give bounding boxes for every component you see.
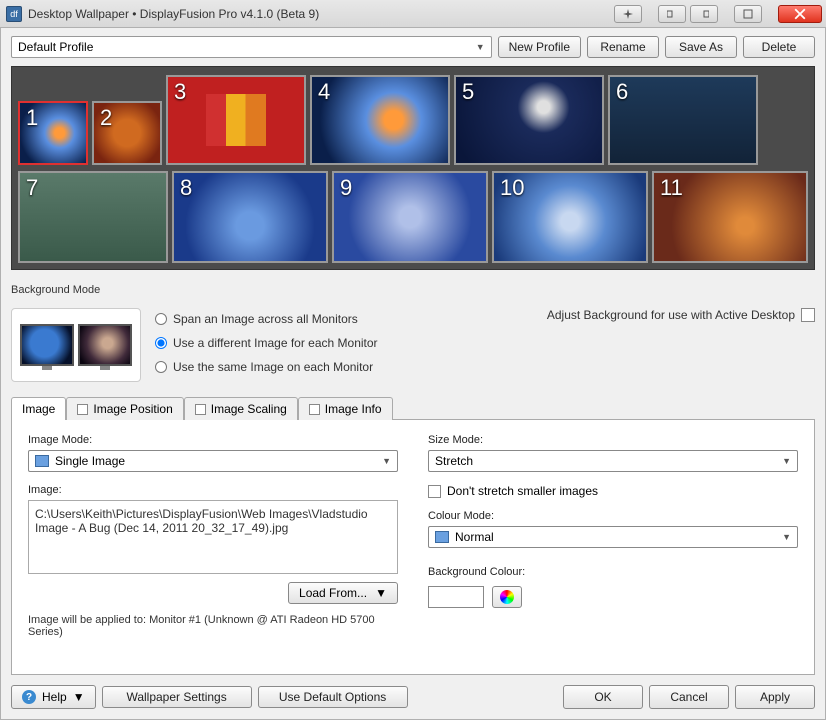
bgmode-diff-radio[interactable]: Use a different Image for each Monitor [155,336,378,350]
size-mode-select[interactable]: Stretch ▼ [428,450,798,472]
checkbox-icon [428,485,441,498]
rename-button[interactable]: Rename [587,36,659,58]
tab-image-info[interactable]: Image Info [298,397,393,420]
chevron-down-icon: ▼ [476,42,485,52]
mini-monitor-icon [78,324,132,366]
image-mode-label: Image Mode: [28,434,398,446]
colour-mode-select[interactable]: Normal ▼ [428,526,798,548]
bgmode-same-radio[interactable]: Use the same Image on each Monitor [155,360,378,374]
help-button[interactable]: ? Help ▼ [11,685,96,709]
window-title: Desktop Wallpaper • DisplayFusion Pro v4… [28,7,614,21]
bg-colour-label: Background Colour: [428,566,798,578]
image-icon [435,531,449,543]
image-path-label: Image: [28,484,398,496]
title-bar: df Desktop Wallpaper • DisplayFusion Pro… [0,0,826,28]
checkbox-icon [77,404,88,415]
ok-button[interactable]: OK [563,685,643,709]
monitor-6[interactable]: 6 [608,75,758,165]
restore-left-button[interactable] [658,5,686,23]
apply-button[interactable]: Apply [735,685,815,709]
monitor-9[interactable]: 9 [332,171,488,263]
load-from-button[interactable]: Load From... ▼ [288,582,398,604]
minimize-max-button[interactable] [734,5,762,23]
monitor-4[interactable]: 4 [310,75,450,165]
monitor-1[interactable]: 1 [18,101,88,165]
monitor-10[interactable]: 10 [492,171,648,263]
monitor-strip: 1 2 3 4 5 6 7 8 9 10 11 [11,66,815,270]
chevron-down-icon: ▼ [782,456,791,466]
profile-select-value: Default Profile [18,40,93,54]
help-icon: ? [22,690,36,704]
image-path-box[interactable]: C:\Users\Keith\Pictures\DisplayFusion\We… [28,500,398,574]
size-mode-label: Size Mode: [428,434,798,446]
profile-select[interactable]: Default Profile ▼ [11,36,492,58]
chevron-down-icon: ▼ [382,456,391,466]
bg-colour-swatch[interactable] [428,586,484,608]
bgmode-span-radio[interactable]: Span an Image across all Monitors [155,312,378,326]
saveas-button[interactable]: Save As [665,36,737,58]
dont-stretch-check[interactable]: Don't stretch smaller images [428,484,798,498]
bgmode-preview [11,308,141,382]
chevron-down-icon: ▼ [73,690,85,704]
checkbox-icon [309,404,320,415]
tab-image[interactable]: Image [11,397,66,420]
monitor-8[interactable]: 8 [172,171,328,263]
profile-row: Default Profile ▼ New Profile Rename Sav… [11,36,815,58]
colour-picker-button[interactable] [492,586,522,608]
monitor-3[interactable]: 3 [166,75,306,165]
checkbox-icon [195,404,206,415]
new-profile-button[interactable]: New Profile [498,36,581,58]
tab-image-position[interactable]: Image Position [66,397,183,420]
monitor-5[interactable]: 5 [454,75,604,165]
checkbox-icon [801,308,815,322]
dialog-body: Default Profile ▼ New Profile Rename Sav… [0,28,826,720]
monitor-2[interactable]: 2 [92,101,162,165]
image-mode-select[interactable]: Single Image ▼ [28,450,398,472]
tab-content-image: Image Mode: Single Image ▼ Image: C:\Use… [11,420,815,675]
delete-button[interactable]: Delete [743,36,815,58]
wallpaper-settings-button[interactable]: Wallpaper Settings [102,686,252,708]
chevron-down-icon: ▼ [375,586,387,600]
active-desktop-check[interactable]: Adjust Background for use with Active De… [547,308,815,382]
bgmode-label: Background Mode [11,284,815,296]
tab-image-scaling[interactable]: Image Scaling [184,397,298,420]
monitor-11[interactable]: 11 [652,171,808,263]
use-default-options-button[interactable]: Use Default Options [258,686,408,708]
chevron-down-icon: ▼ [782,532,791,542]
pin-button[interactable] [614,5,642,23]
footer-row: ? Help ▼ Wallpaper Settings Use Default … [11,685,815,709]
close-button[interactable] [778,5,822,23]
restore-right-button[interactable] [690,5,718,23]
mini-monitor-icon [20,324,74,366]
image-icon [35,455,49,467]
colour-wheel-icon [500,590,514,604]
cancel-button[interactable]: Cancel [649,685,729,709]
tab-strip: Image Image Position Image Scaling Image… [11,396,815,420]
applied-to-note: Image will be applied to: Monitor #1 (Un… [28,614,398,638]
app-icon: df [6,6,22,22]
colour-mode-label: Colour Mode: [428,510,798,522]
monitor-7[interactable]: 7 [18,171,168,263]
